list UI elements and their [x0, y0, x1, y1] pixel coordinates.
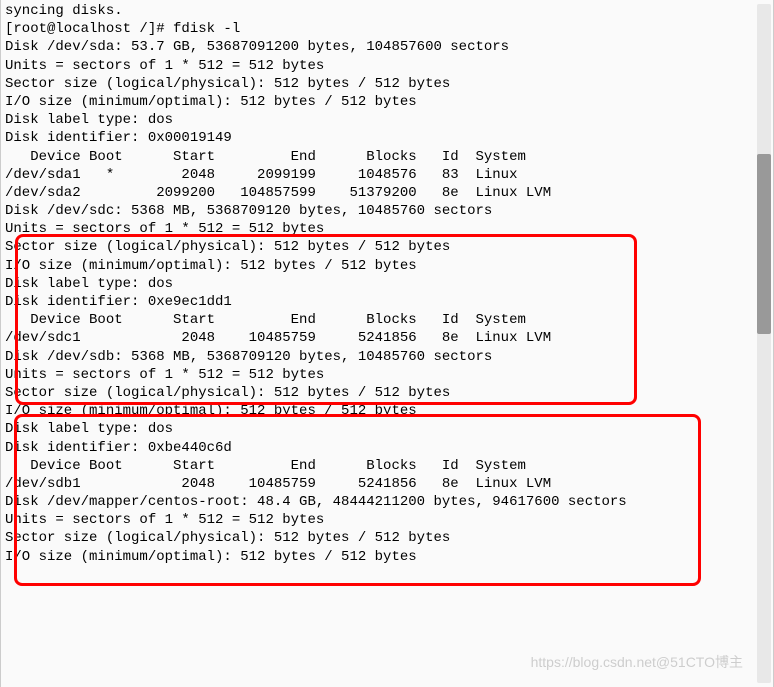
terminal-line: Units = sectors of 1 * 512 = 512 bytes: [5, 57, 769, 75]
terminal-line: I/O size (minimum/optimal): 512 bytes / …: [5, 548, 769, 566]
terminal-line: I/O size (minimum/optimal): 512 bytes / …: [5, 93, 769, 111]
terminal-line: Disk identifier: 0x00019149: [5, 129, 769, 147]
terminal-line: Disk /dev/sdc: 5368 MB, 5368709120 bytes…: [5, 202, 769, 220]
terminal-line: Disk label type: dos: [5, 111, 769, 129]
terminal-line: Units = sectors of 1 * 512 = 512 bytes: [5, 220, 769, 238]
terminal-line: /dev/sdc1 2048 10485759 5241856 8e Linux…: [5, 329, 769, 347]
terminal-line: Disk /dev/sdb: 5368 MB, 5368709120 bytes…: [5, 348, 769, 366]
terminal-line: Units = sectors of 1 * 512 = 512 bytes: [5, 366, 769, 384]
terminal-line: Sector size (logical/physical): 512 byte…: [5, 238, 769, 256]
terminal-line: syncing disks.: [5, 2, 769, 20]
terminal-line: [root@localhost /]# fdisk -l: [5, 20, 769, 38]
terminal-line: Disk /dev/sda: 53.7 GB, 53687091200 byte…: [5, 38, 769, 56]
terminal-line: Sector size (logical/physical): 512 byte…: [5, 384, 769, 402]
terminal-line: Disk label type: dos: [5, 420, 769, 438]
terminal-line: Disk identifier: 0xe9ec1dd1: [5, 293, 769, 311]
scrollbar[interactable]: [757, 4, 771, 683]
scrollbar-thumb[interactable]: [757, 154, 771, 334]
terminal-line: /dev/sda2 2099200 104857599 51379200 8e …: [5, 184, 769, 202]
terminal-line: I/O size (minimum/optimal): 512 bytes / …: [5, 257, 769, 275]
watermark-text: https://blog.csdn.net@51CTO博主: [531, 653, 743, 671]
terminal-line: Units = sectors of 1 * 512 = 512 bytes: [5, 511, 769, 529]
terminal-line: Disk identifier: 0xbe440c6d: [5, 439, 769, 457]
terminal-line: I/O size (minimum/optimal): 512 bytes / …: [5, 402, 769, 420]
terminal-line: /dev/sdb1 2048 10485759 5241856 8e Linux…: [5, 475, 769, 493]
terminal-line: Device Boot Start End Blocks Id System: [5, 457, 769, 475]
terminal-line: Sector size (logical/physical): 512 byte…: [5, 75, 769, 93]
terminal-line: Disk /dev/mapper/centos-root: 48.4 GB, 4…: [5, 493, 769, 511]
terminal-line: Device Boot Start End Blocks Id System: [5, 148, 769, 166]
terminal-window: syncing disks.[root@localhost /]# fdisk …: [0, 0, 774, 687]
terminal-output[interactable]: syncing disks.[root@localhost /]# fdisk …: [5, 2, 769, 566]
terminal-line: /dev/sda1 * 2048 2099199 1048576 83 Linu…: [5, 166, 769, 184]
terminal-line: Sector size (logical/physical): 512 byte…: [5, 529, 769, 547]
terminal-line: Device Boot Start End Blocks Id System: [5, 311, 769, 329]
terminal-line: Disk label type: dos: [5, 275, 769, 293]
